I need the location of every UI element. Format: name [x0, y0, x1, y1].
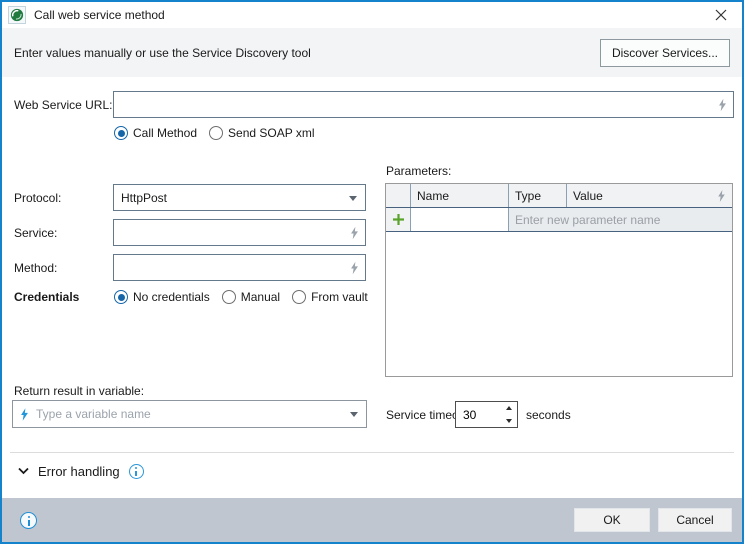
- service-label: Service:: [14, 226, 57, 240]
- header-cell-type[interactable]: Type: [509, 184, 567, 207]
- protocol-label: Protocol:: [14, 191, 61, 205]
- service-input[interactable]: [114, 220, 365, 245]
- footer-bar: OK Cancel: [2, 498, 742, 542]
- radio-from-vault-circle[interactable]: [292, 290, 306, 304]
- web-service-url-field: [113, 91, 734, 118]
- cancel-button[interactable]: Cancel: [658, 508, 732, 532]
- radio-manual-label: Manual: [241, 290, 280, 304]
- window-title: Call web service method: [34, 8, 165, 22]
- radio-call-method-label: Call Method: [133, 126, 197, 140]
- radio-from-vault[interactable]: From vault: [292, 290, 368, 304]
- close-icon[interactable]: [706, 4, 736, 26]
- protocol-dropdown[interactable]: HttpPost: [113, 184, 366, 211]
- radio-call-method[interactable]: Call Method: [114, 126, 197, 140]
- lightning-bolt-icon[interactable]: [717, 190, 726, 202]
- return-variable-combobox[interactable]: Type a variable name: [12, 400, 367, 428]
- service-field: [113, 219, 366, 246]
- radio-from-vault-label: From vault: [311, 290, 368, 304]
- info-icon[interactable]: [20, 512, 37, 529]
- protocol-value: HttpPost: [121, 191, 167, 205]
- new-parameter-name-cell[interactable]: [411, 208, 509, 231]
- new-parameter-placeholder[interactable]: Enter new parameter name: [509, 208, 732, 231]
- chevron-down-icon[interactable]: [18, 467, 29, 475]
- lightning-bolt-icon: [20, 408, 29, 421]
- divider: [10, 452, 734, 453]
- call-web-service-dialog: Call web service method Enter values man…: [0, 0, 744, 544]
- header-cell-value[interactable]: Value: [567, 184, 732, 207]
- credentials-radio-group: No credentials Manual From vault: [114, 288, 380, 306]
- new-parameter-name-input[interactable]: [417, 213, 502, 227]
- radio-manual-circle[interactable]: [222, 290, 236, 304]
- error-handling-label[interactable]: Error handling: [38, 464, 120, 479]
- return-variable-placeholder: Type a variable name: [36, 407, 151, 421]
- parameters-header-row: Name Type Value: [386, 184, 732, 208]
- parameters-label: Parameters:: [386, 164, 451, 178]
- info-icon[interactable]: [129, 464, 144, 479]
- radio-send-soap-xml-circle[interactable]: [209, 126, 223, 140]
- credentials-label: Credentials: [14, 290, 79, 304]
- header-cell-blank: [386, 184, 411, 207]
- timeout-input[interactable]: [456, 402, 505, 427]
- error-handling-expander[interactable]: Error handling: [18, 461, 144, 481]
- method-field: [113, 254, 366, 281]
- header-cell-value-label: Value: [573, 189, 603, 203]
- web-service-url-input[interactable]: [114, 92, 733, 117]
- chevron-down-icon[interactable]: [349, 196, 357, 201]
- chevron-down-icon[interactable]: [350, 412, 358, 417]
- discover-services-button[interactable]: Discover Services...: [600, 39, 730, 67]
- radio-no-credentials[interactable]: No credentials: [114, 290, 210, 304]
- radio-no-credentials-circle[interactable]: [114, 290, 128, 304]
- parameters-new-row: Enter new parameter name: [386, 208, 732, 232]
- lightning-bolt-icon[interactable]: [718, 98, 727, 111]
- spinner-up-icon[interactable]: [500, 402, 517, 415]
- radio-manual[interactable]: Manual: [222, 290, 280, 304]
- spinner-buttons: [500, 402, 517, 427]
- lightning-bolt-icon[interactable]: [350, 261, 359, 274]
- method-input[interactable]: [114, 255, 365, 280]
- title-bar: Call web service method: [2, 2, 742, 28]
- header-cell-name[interactable]: Name: [411, 184, 509, 207]
- return-result-label: Return result in variable:: [14, 384, 144, 398]
- instruction-text: Enter values manually or use the Service…: [14, 46, 600, 60]
- spinner-down-icon[interactable]: [500, 415, 517, 428]
- lightning-bolt-icon[interactable]: [350, 226, 359, 239]
- header-strip: Enter values manually or use the Service…: [2, 28, 742, 77]
- method-label: Method:: [14, 261, 57, 275]
- radio-send-soap-xml-label: Send SOAP xml: [228, 126, 314, 140]
- mode-radio-group: Call Method Send SOAP xml: [114, 124, 327, 142]
- ok-button[interactable]: OK: [574, 508, 650, 532]
- timeout-unit-label: seconds: [526, 408, 571, 422]
- web-service-url-label: Web Service URL:: [14, 98, 112, 112]
- timeout-spinner: [455, 401, 518, 428]
- add-parameter-button[interactable]: [386, 208, 411, 231]
- radio-no-credentials-label: No credentials: [133, 290, 210, 304]
- app-icon: [8, 6, 26, 24]
- parameters-table: Name Type Value Enter new parameter name: [385, 183, 733, 377]
- radio-send-soap-xml[interactable]: Send SOAP xml: [209, 126, 314, 140]
- radio-call-method-circle[interactable]: [114, 126, 128, 140]
- parameters-table-body[interactable]: [386, 232, 732, 376]
